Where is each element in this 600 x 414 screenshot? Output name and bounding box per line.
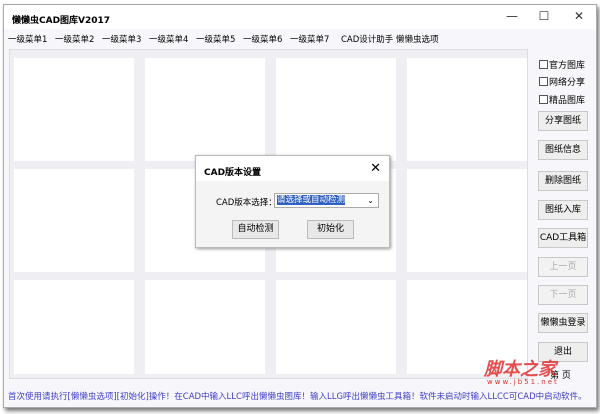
menu-item-3[interactable]: 一级菜单3 [102,33,141,45]
share-drawing-button[interactable]: 分享图纸 [538,111,588,131]
chevron-down-icon: ⌄ [367,196,374,205]
menu-item-4[interactable]: 一级菜单4 [149,33,188,45]
drawing-tile[interactable] [407,58,527,161]
checkbox-label: 精品图库 [549,96,586,106]
checkbox-network-share[interactable]: 网络分享 [539,75,585,88]
dialog-close-icon[interactable]: ✕ [370,161,381,176]
close-button[interactable]: ✕ [564,7,594,25]
dialog-title: CAD版本设置 [204,168,262,178]
login-button[interactable]: 懒懒虫登录 [538,313,588,333]
menu-cad-assistant[interactable]: CAD设计助手 [341,33,393,45]
maximize-button[interactable]: ☐ [529,7,559,25]
menu-item-6[interactable]: 一级菜单6 [243,33,282,45]
auto-detect-button[interactable]: 自动检测 [232,220,279,239]
drawing-tile[interactable] [145,58,265,161]
checkbox-premium-library[interactable]: 精品图库 [539,93,585,106]
drawing-tile[interactable] [145,280,265,374]
drawing-tile[interactable] [407,169,527,272]
menu-bar: 一级菜单1 一级菜单2 一级菜单3 一级菜单4 一级菜单5 一级菜单6 一级菜单… [4,31,596,47]
drawing-tile[interactable] [14,169,134,272]
checkbox-box[interactable] [539,60,548,69]
checkbox-box[interactable] [539,77,548,86]
next-page-button[interactable]: 下一页 [538,285,588,305]
checkbox-label: 官方图库 [549,61,586,71]
select-value: 请选择或自动检测 [277,195,346,205]
status-text: 首次使用请执行[懒懒虫选项][初始化]操作！在CAD中输入LLC呼出懒懒虫图库！… [8,392,587,402]
version-select[interactable]: 请选择或自动检测 ⌄ [274,193,379,208]
checkbox-label: 网络分享 [549,78,586,88]
drawing-tile[interactable] [276,58,396,161]
menu-item-5[interactable]: 一级菜单5 [196,33,235,45]
prev-page-button[interactable]: 上一页 [538,257,588,277]
window-title: 懒懒虫CAD图库V2017 [12,16,111,26]
title-bar: 懒懒虫CAD图库V2017 — ☐ ✕ [4,5,596,29]
drawing-info-button[interactable]: 图纸信息 [538,140,588,160]
checkbox-official-library[interactable]: 官方图库 [539,58,585,71]
initialize-button[interactable]: 初始化 [307,220,354,239]
cad-version-dialog: CAD版本设置 ✕ CAD版本选择： 请选择或自动检测 ⌄ 自动检测 初始化 [195,155,390,248]
menu-options[interactable]: 懒懒虫选项 [396,33,439,45]
menu-item-2[interactable]: 一级菜单2 [55,33,94,45]
menu-item-7[interactable]: 一级菜单7 [290,33,329,45]
drawing-tile[interactable] [14,280,134,374]
watermark-url: www.jb51.net [487,378,559,386]
delete-drawing-button[interactable]: 删除图纸 [538,171,588,191]
minimize-button[interactable]: — [497,7,527,25]
version-label: CAD版本选择： [216,198,277,208]
checkbox-box[interactable] [539,95,548,104]
cad-toolbox-button[interactable]: CAD工具箱 [538,228,588,248]
drawing-tile[interactable] [276,280,396,374]
import-drawing-button[interactable]: 图纸入库 [538,200,588,220]
drawing-tile[interactable] [14,58,134,161]
menu-item-1[interactable]: 一级菜单1 [8,33,47,45]
